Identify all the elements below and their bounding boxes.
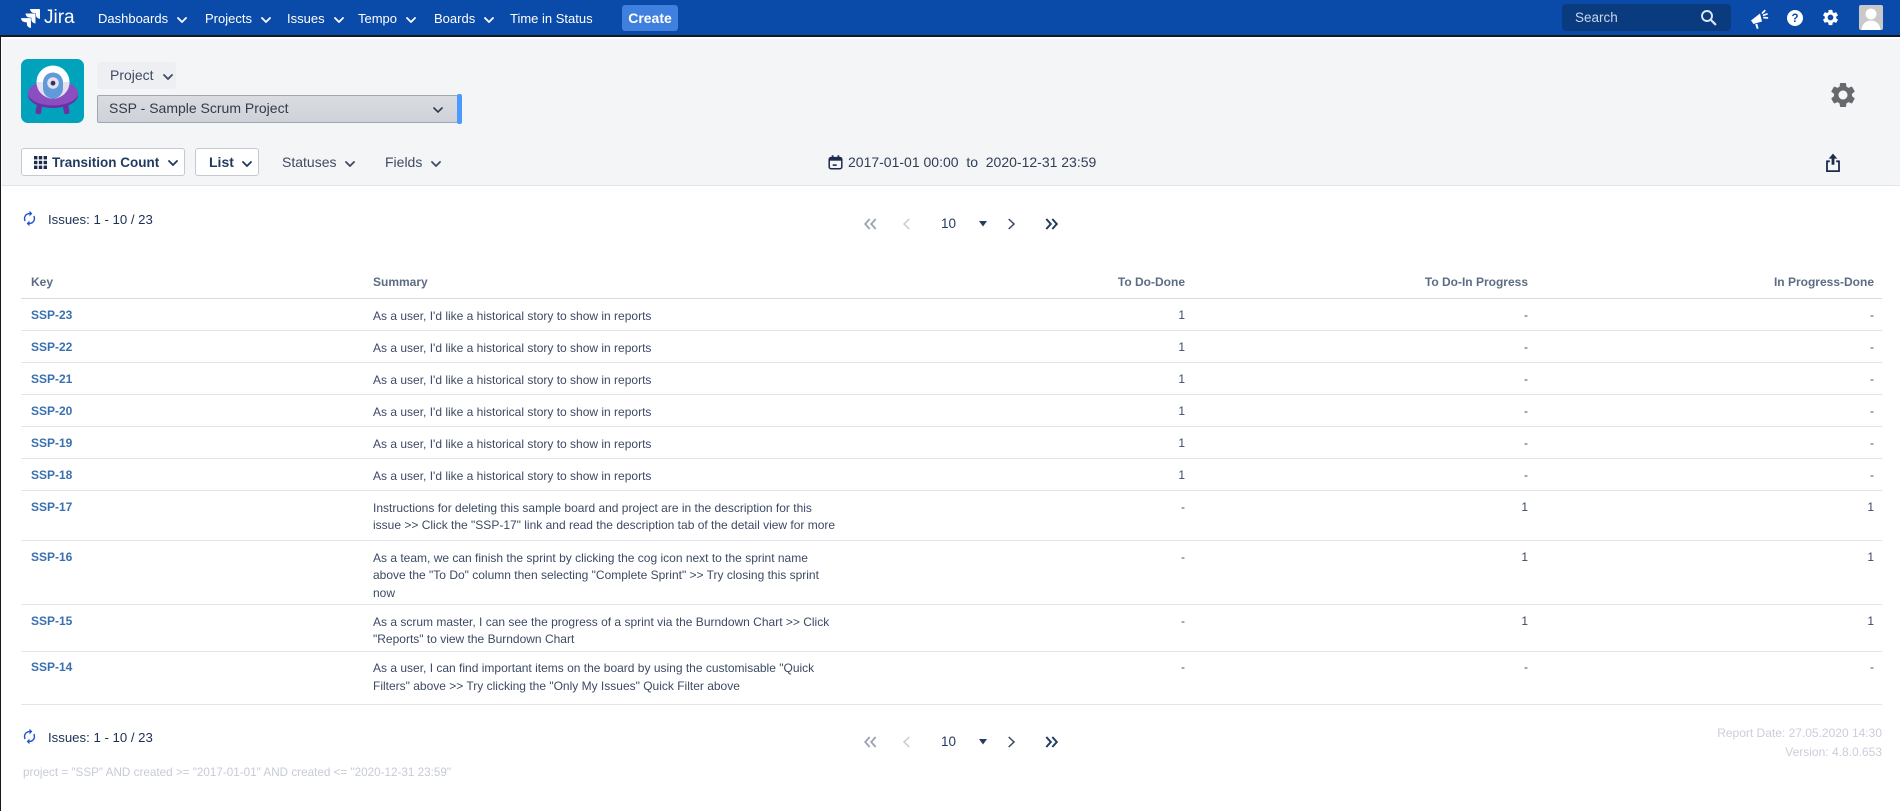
- svg-text:?: ?: [1791, 13, 1798, 25]
